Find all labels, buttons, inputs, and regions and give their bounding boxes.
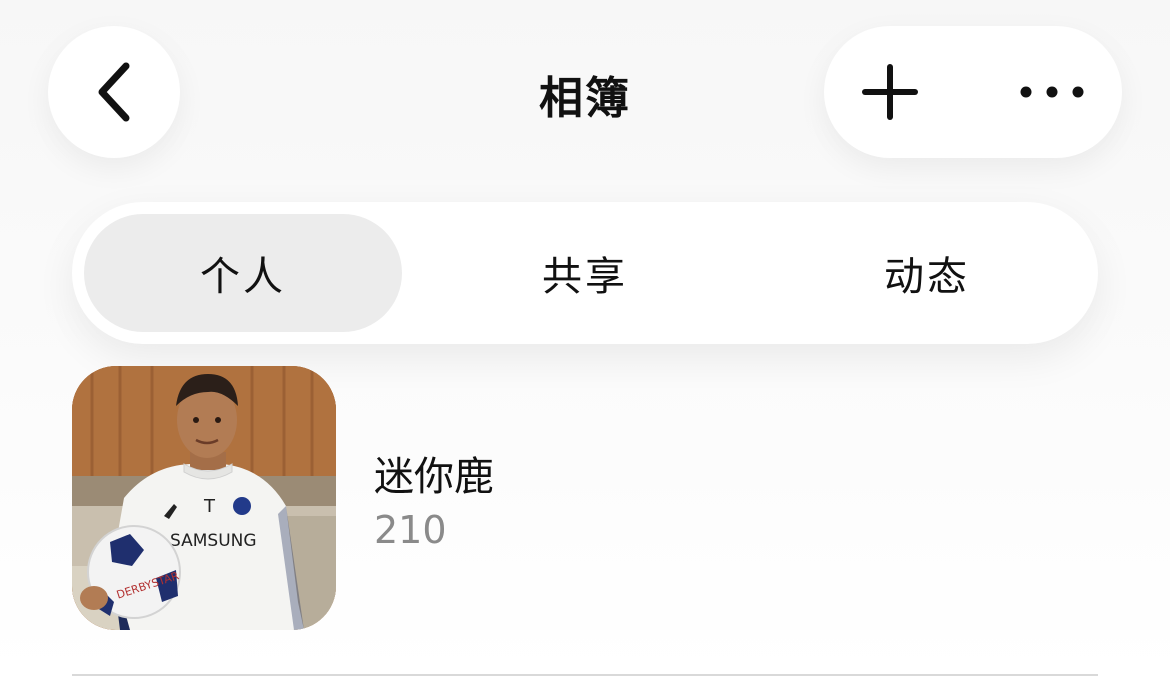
toolbar-pill [824,26,1122,158]
album-cover-thumbnail: T SAMSUNG DERBYSTAR [72,366,336,630]
photos-page: 相簿 个人 共享 动态 T SAMSUNG DERBYSTAR 迷你鹿 210 [0,0,1170,677]
tab-activity[interactable]: 动态 [768,214,1086,332]
tab-personal[interactable]: 个人 [84,214,402,332]
plus-icon [862,64,918,120]
svg-text:T: T [203,496,216,517]
album-cover-image: T SAMSUNG DERBYSTAR [72,366,336,630]
tab-shared[interactable]: 共享 [426,214,744,332]
top-bar: 相簿 [0,0,1170,190]
add-album-button[interactable] [852,54,928,130]
album-list-item[interactable]: T SAMSUNG DERBYSTAR 迷你鹿 210 [72,366,1098,634]
album-name: 迷你鹿 [374,454,494,500]
album-type-segmented-control: 个人 共享 动态 [72,202,1098,344]
svg-text:SAMSUNG: SAMSUNG [170,531,257,551]
list-divider [72,674,1098,676]
ellipsis-icon [1020,86,1084,98]
album-photo-count: 210 [374,508,447,552]
more-options-button[interactable] [1014,54,1090,130]
